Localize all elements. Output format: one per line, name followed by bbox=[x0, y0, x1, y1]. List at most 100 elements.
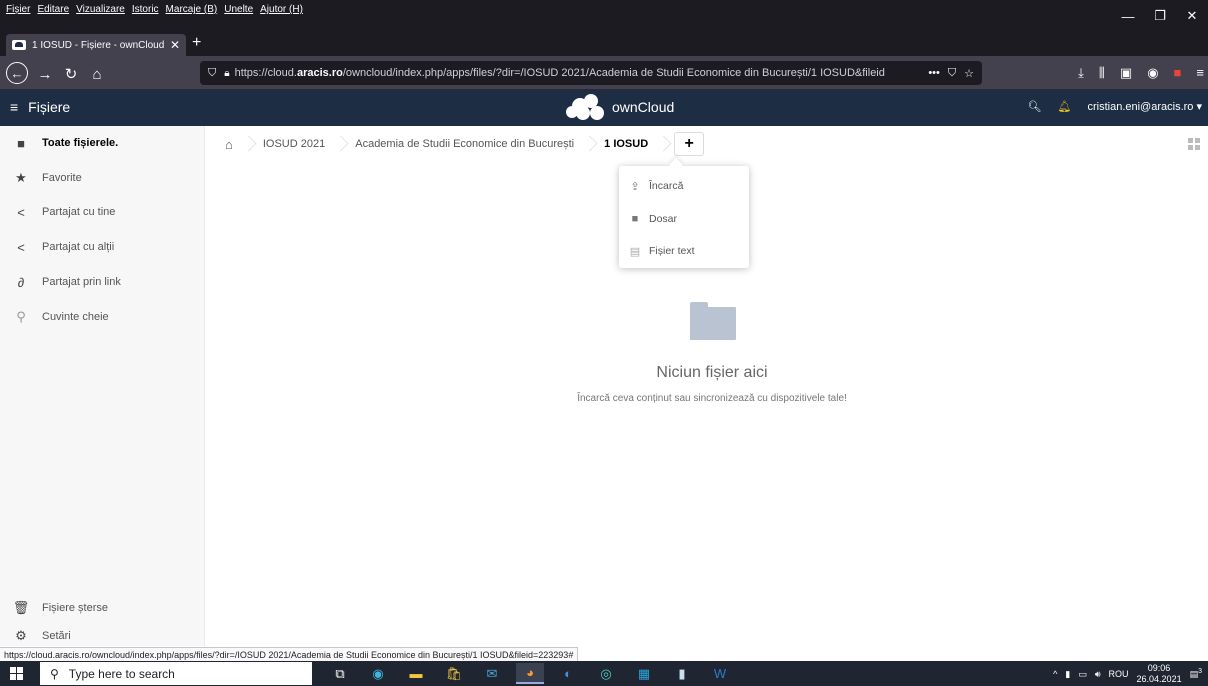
empty-subtitle: Încarcă ceva conținut sau sincronizează … bbox=[577, 393, 847, 404]
menu-help[interactable]: Ajutor (H) bbox=[260, 4, 303, 15]
extension-icon[interactable]: ■ bbox=[1174, 65, 1182, 81]
sidebar-item-all-files[interactable]: ■ Toate fișierele. bbox=[0, 126, 205, 160]
reload-icon[interactable]: ↻ bbox=[60, 63, 82, 85]
menu-icon: ≡ bbox=[10, 99, 19, 115]
user-menu[interactable]: cristian.eni@aracis.ro ▾ bbox=[1087, 100, 1202, 113]
menu-file[interactable]: Fișier bbox=[6, 4, 30, 15]
menu-history[interactable]: Istoric bbox=[132, 4, 159, 15]
empty-folder-icon bbox=[690, 302, 736, 340]
sidebar-item-deleted-files[interactable]: 🗑︎ Fișiere șterse bbox=[0, 591, 205, 625]
new-menu-folder[interactable]: ■ Dosar bbox=[629, 209, 677, 229]
app-icon[interactable]: ◐ bbox=[554, 663, 582, 684]
menu-edit[interactable]: Editare bbox=[37, 4, 69, 15]
breadcrumb: ⌂ IOSUD 2021 Academia de Studii Economic… bbox=[215, 130, 705, 158]
hamburger-menu-icon[interactable]: ≡ bbox=[1196, 65, 1204, 81]
chrome-icon[interactable]: ◎ bbox=[592, 663, 620, 684]
menu-view[interactable]: Vizualizare bbox=[76, 4, 125, 15]
app-icon[interactable]: ▦ bbox=[630, 663, 658, 684]
owncloud-favicon-icon bbox=[12, 40, 26, 50]
file-explorer-icon[interactable]: ▬ bbox=[402, 663, 430, 684]
taskbar-search-placeholder: Type here to search bbox=[68, 666, 175, 681]
windows-taskbar: ⚲ Type here to search ⧉ ◉ ▬ 🛍︎ ✉ ◕ ◐ ◎ ▦… bbox=[0, 661, 1208, 686]
gear-icon: ⚙ bbox=[15, 628, 27, 643]
app-menu[interactable]: ≡ Fișiere bbox=[10, 99, 70, 115]
word-icon[interactable]: W bbox=[706, 663, 734, 684]
breadcrumb-item[interactable]: IOSUD 2021 bbox=[253, 130, 335, 158]
page-actions-icon[interactable]: ••• bbox=[928, 67, 940, 80]
url-actions: ••• ⛉ ☆ bbox=[928, 67, 974, 80]
url-text: https://cloud.aracis.ro/owncloud/index.p… bbox=[234, 67, 885, 79]
menu-tools[interactable]: Unelte bbox=[224, 4, 253, 15]
menu-list: Fișier Editare Vizualizare Istoric Marca… bbox=[6, 4, 303, 15]
grid-view-icon[interactable] bbox=[1188, 138, 1200, 150]
minimize-icon[interactable]: — bbox=[1112, 0, 1144, 32]
new-tab-icon[interactable]: + bbox=[192, 34, 201, 52]
network-icon[interactable]: ▭ bbox=[1078, 669, 1087, 680]
breadcrumb-home[interactable]: ⌂ bbox=[215, 130, 243, 158]
new-menu-upload[interactable]: ⇪ Încarcă bbox=[629, 176, 683, 196]
search-icon: ⚲ bbox=[50, 666, 59, 681]
volume-icon[interactable]: 🔊︎ bbox=[1095, 669, 1101, 680]
cloud-logo-icon bbox=[562, 94, 606, 120]
pocket-icon[interactable]: ⛉ bbox=[948, 67, 956, 80]
notifications-icon[interactable]: ▤3 bbox=[1190, 668, 1202, 680]
url-bar[interactable]: ⛉ 🔒︎ https://cloud.aracis.ro/owncloud/in… bbox=[200, 61, 982, 85]
notifications-icon[interactable]: 🔔︎ bbox=[1058, 100, 1072, 113]
forward-icon[interactable]: → bbox=[34, 63, 56, 85]
owncloud-header: ≡ Fișiere ownCloud 🔍︎ 🔔︎ cristian.eni@ar… bbox=[0, 90, 1208, 126]
header-right: 🔍︎ 🔔︎ cristian.eni@aracis.ro ▾ bbox=[1028, 100, 1202, 113]
sidebar-icon[interactable]: ▣ bbox=[1120, 65, 1132, 81]
browser-navbar: ← → ↻ ⌂ ⛉ 🔒︎ https://cloud.aracis.ro/own… bbox=[0, 56, 1208, 90]
sidebar-item-shared-with-you[interactable]: < Partajat cu tine bbox=[0, 195, 205, 229]
microphone-icon[interactable]: ▮ bbox=[1065, 669, 1070, 680]
breadcrumb-separator bbox=[658, 130, 668, 158]
store-icon[interactable]: 🛍︎ bbox=[440, 663, 468, 684]
taskbar-search[interactable]: ⚲ Type here to search bbox=[40, 662, 312, 685]
download-icon[interactable]: ⤓ bbox=[1078, 65, 1084, 81]
task-view-icon[interactable]: ⧉ bbox=[326, 663, 354, 684]
upload-icon: ⇪ bbox=[630, 180, 640, 193]
breadcrumb-separator bbox=[584, 130, 594, 158]
library-icon[interactable]: ⫼ bbox=[1099, 65, 1105, 81]
chevron-up-icon[interactable]: ^ bbox=[1053, 669, 1057, 679]
mail-icon[interactable]: ✉ bbox=[478, 663, 506, 684]
search-icon[interactable]: 🔍︎ bbox=[1028, 100, 1042, 113]
breadcrumb-current[interactable]: 1 IOSUD bbox=[594, 130, 658, 158]
text-file-icon: ▤ bbox=[629, 245, 641, 258]
restore-icon[interactable]: ❐ bbox=[1144, 0, 1176, 32]
back-icon[interactable]: ← bbox=[6, 62, 28, 84]
breadcrumb-item[interactable]: Academia de Studii Economice din Bucureș… bbox=[345, 130, 584, 158]
bookmark-star-icon[interactable]: ☆ bbox=[964, 67, 974, 80]
firefox-icon[interactable]: ◕ bbox=[516, 663, 544, 684]
windows-start-icon[interactable] bbox=[10, 667, 23, 680]
tab-close-icon[interactable]: ✕ bbox=[170, 38, 180, 52]
share-icon: < bbox=[17, 239, 25, 255]
menu-bookmarks[interactable]: Marcaje (B) bbox=[166, 4, 218, 15]
close-window-icon[interactable]: ✕ bbox=[1176, 0, 1208, 32]
new-button[interactable]: + bbox=[674, 132, 705, 156]
edge-icon[interactable]: ◉ bbox=[364, 663, 392, 684]
sidebar: ■ Toate fișierele. ★ Favorite < Partajat… bbox=[0, 126, 205, 646]
window-controls: — ❐ ✕ bbox=[1112, 0, 1208, 32]
tracking-shield-icon[interactable]: ⛉ bbox=[208, 67, 216, 80]
sidebar-item-settings[interactable]: ⚙ Setări bbox=[0, 626, 205, 646]
app-icon[interactable]: ▮ bbox=[668, 663, 696, 684]
language-indicator[interactable]: ROU bbox=[1109, 669, 1129, 679]
sidebar-item-tags[interactable]: ⚲ Cuvinte cheie bbox=[0, 300, 205, 334]
lock-icon[interactable]: 🔒︎ bbox=[224, 68, 229, 79]
link-icon: ∂ bbox=[17, 274, 25, 290]
app-title: Fișiere bbox=[28, 99, 71, 115]
sidebar-item-favorites[interactable]: ★ Favorite bbox=[0, 161, 205, 195]
account-icon[interactable]: ◉ bbox=[1147, 65, 1158, 81]
new-menu-text-file[interactable]: ▤ Fișier text bbox=[629, 241, 695, 261]
owncloud-logo[interactable]: ownCloud bbox=[562, 94, 674, 120]
trash-icon: 🗑︎ bbox=[12, 600, 30, 615]
home-icon: ⌂ bbox=[225, 136, 233, 152]
sidebar-item-shared-with-others[interactable]: < Partajat cu alții bbox=[0, 230, 205, 264]
link-status-bar: https://cloud.aracis.ro/owncloud/index.p… bbox=[0, 647, 579, 661]
sidebar-item-shared-by-link[interactable]: ∂ Partajat prin link bbox=[0, 265, 205, 299]
clock[interactable]: 09:06 26.04.2021 bbox=[1137, 663, 1182, 685]
browser-tab[interactable]: 1 IOSUD - Fișiere - ownCloud ✕ bbox=[6, 34, 186, 56]
home-icon[interactable]: ⌂ bbox=[86, 63, 108, 85]
toolbar-icons: ⤓ ⫼ ▣ ◉ ■ ≡ bbox=[1078, 65, 1204, 81]
